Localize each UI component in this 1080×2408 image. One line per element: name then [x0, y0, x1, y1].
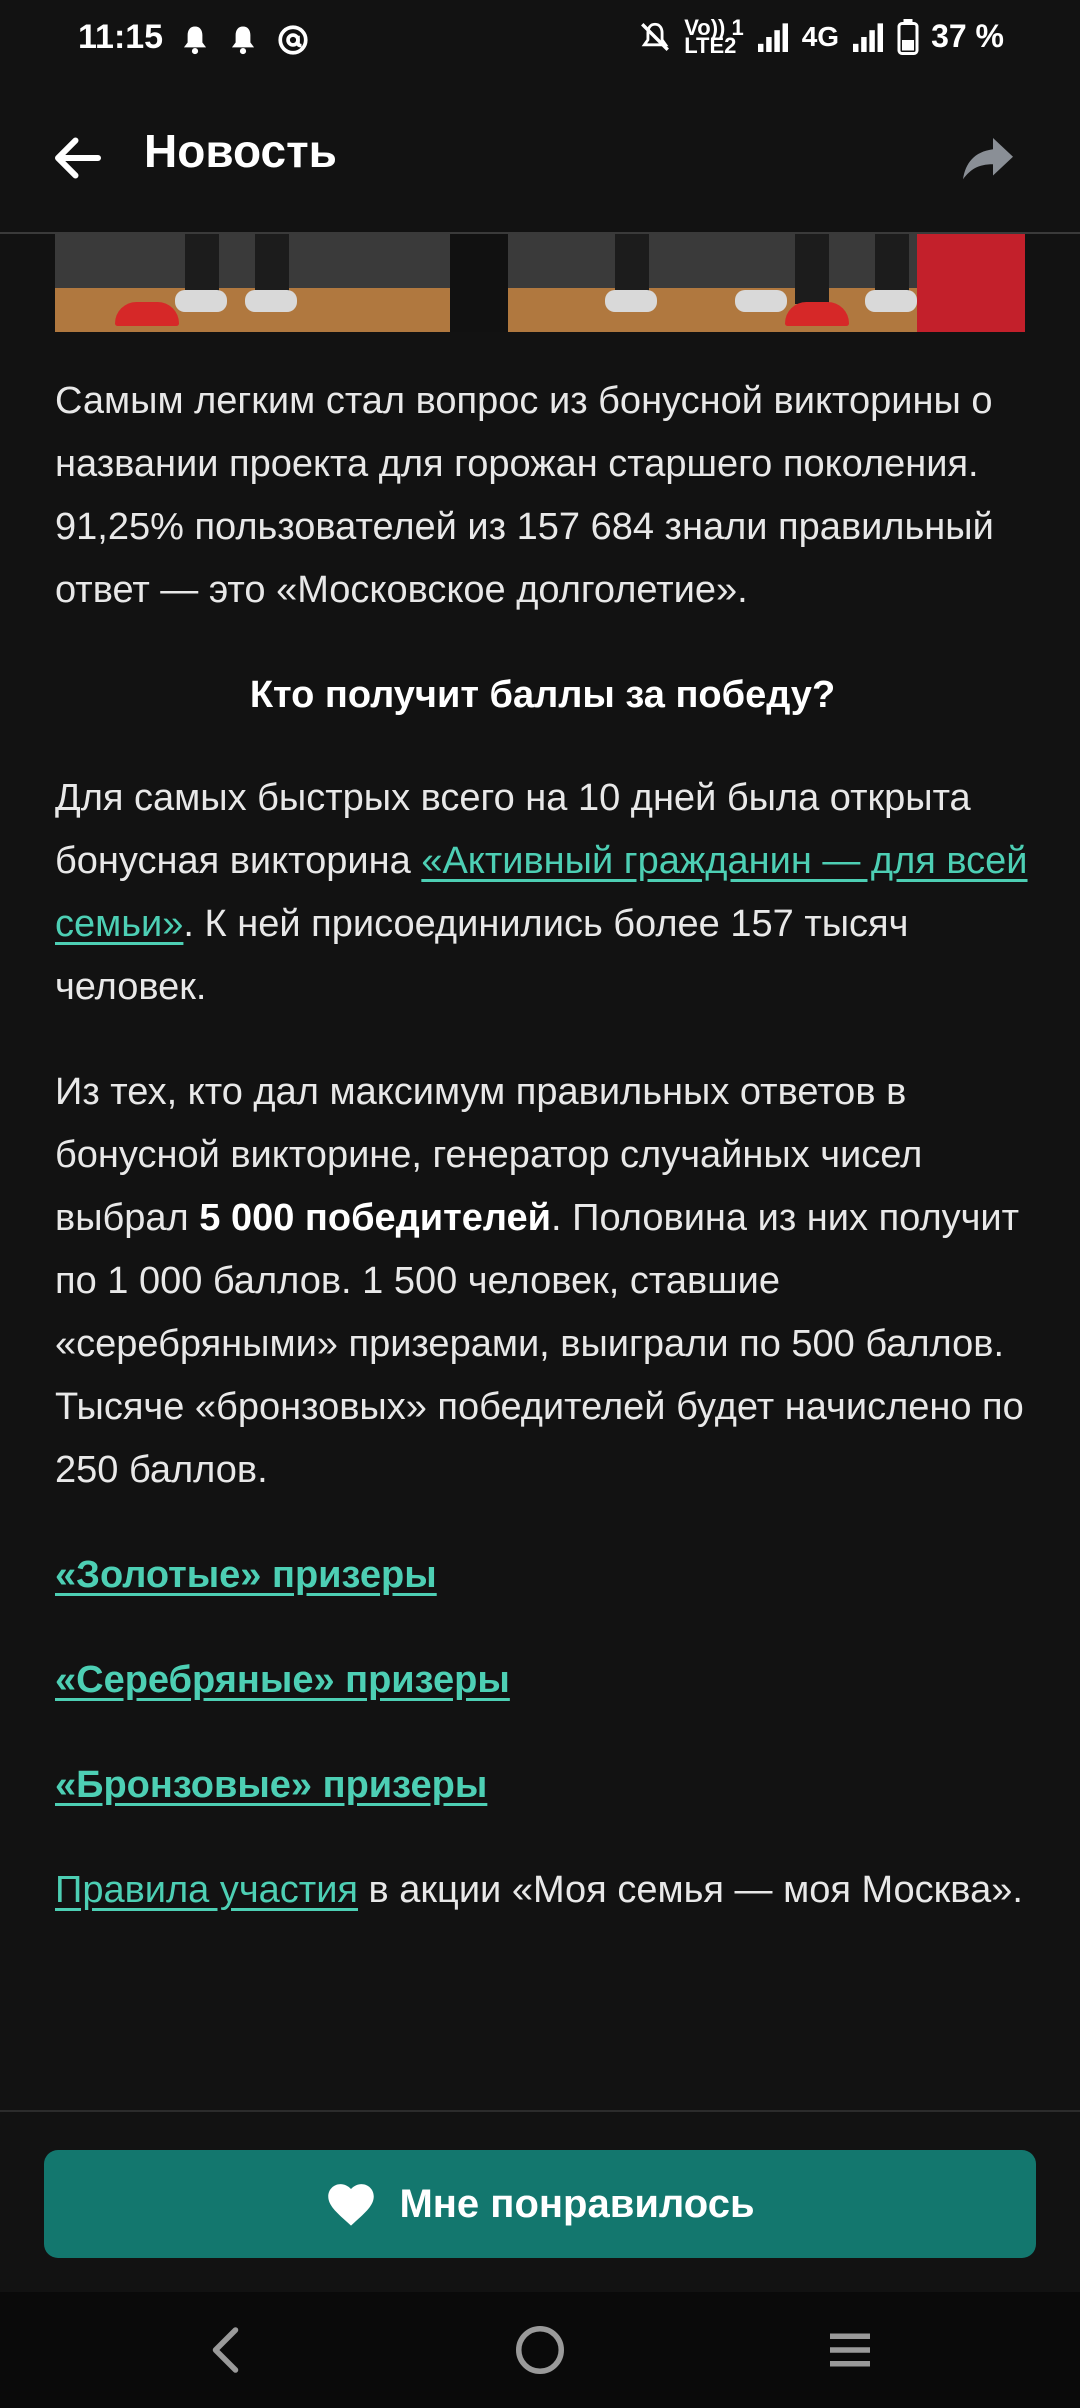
- image-dark-band: [450, 234, 508, 332]
- signal-icon: [853, 22, 884, 52]
- chevron-left-icon: [212, 2327, 239, 2373]
- heart-icon: [328, 2184, 375, 2226]
- silent-icon: [641, 22, 670, 51]
- battery-percent: 37 %: [931, 18, 1004, 54]
- silver-winners-link[interactable]: «Серебряные» призеры: [55, 1659, 510, 1701]
- divider: [0, 2110, 1080, 2112]
- bell-icon: [183, 26, 207, 55]
- back-button[interactable]: [48, 128, 108, 188]
- nav-home-button[interactable]: [510, 2320, 570, 2380]
- image-red-banner: [917, 234, 1025, 332]
- paragraph-text: в акции «Моя семья — моя Москва».: [358, 1869, 1023, 1911]
- paragraph-text: . К ней присоединились более 157 тысяч ч…: [55, 903, 909, 1008]
- status-notification-icons: [180, 20, 310, 60]
- nav-recents-button[interactable]: [820, 2320, 880, 2380]
- status-right-cluster: Vo)) 1 LTE2 4G 37 %: [638, 16, 1004, 58]
- paragraph-text: . Половина из них получит по 1 000 балло…: [55, 1197, 1024, 1491]
- image-shoe: [245, 290, 297, 312]
- nav-back-button[interactable]: [198, 2320, 258, 2380]
- image-cone: [785, 302, 849, 326]
- bell-icon: [231, 26, 255, 55]
- article-paragraph: Самым легким стал вопрос из бонусной вик…: [55, 380, 994, 611]
- arrow-left-icon: [55, 137, 101, 179]
- menu-lines-icon: [830, 2333, 870, 2367]
- status-time: 11:15: [78, 18, 164, 56]
- at-icon: [278, 25, 308, 55]
- section-heading: Кто получит баллы за победу?: [249, 674, 836, 716]
- gold-winners-item: «Золотые» призеры: [55, 1544, 1030, 1607]
- gold-winners-link[interactable]: «Золотые» призеры: [55, 1554, 437, 1596]
- image-shoe: [175, 290, 227, 312]
- bronze-winners-item: «Бронзовые» призеры: [55, 1754, 1030, 1817]
- lte-bottom: LTE2: [684, 32, 737, 58]
- lte-indicator: Vo)) 1 LTE2: [684, 16, 743, 58]
- article-body: Самым легким стал вопрос из бонусной вик…: [55, 370, 1030, 1964]
- rules-link[interactable]: Правила участия: [55, 1869, 358, 1911]
- silver-winners-item: «Серебряные» призеры: [55, 1649, 1030, 1712]
- image-shoe: [865, 290, 917, 312]
- system-nav-bar: [0, 2292, 1080, 2408]
- like-button[interactable]: Мне понравилось: [44, 2150, 1036, 2258]
- image-cone: [115, 302, 179, 326]
- battery-icon: [897, 18, 919, 55]
- like-button-label: Мне понравилось: [399, 2181, 755, 2226]
- image-shoe: [605, 290, 657, 312]
- article-paragraph: Для самых быстрых всего на 10 дней была …: [55, 767, 1030, 1019]
- signal-icon: [757, 22, 788, 52]
- winners-count: 5 000 победителей: [199, 1197, 552, 1239]
- status-bar: 11:15 Vo)) 1 LTE2 4G 37 %: [0, 0, 1080, 78]
- image-shoe: [735, 290, 787, 312]
- home-circle-icon: [516, 2326, 564, 2374]
- article-paragraph: Из тех, кто дал максимум правильных отве…: [55, 1061, 1030, 1502]
- bronze-winners-link[interactable]: «Бронзовые» призеры: [55, 1764, 487, 1806]
- share-arrow-icon: [963, 138, 1013, 180]
- image-leg: [795, 234, 829, 304]
- page-title: Новость: [144, 125, 337, 177]
- share-button[interactable]: [958, 128, 1018, 188]
- article-image: [55, 234, 1025, 332]
- app-bar: Новость: [0, 78, 1080, 234]
- article-paragraph: Правила участия в акции «Моя семья — моя…: [55, 1859, 1030, 1922]
- network-type: 4G: [801, 20, 840, 52]
